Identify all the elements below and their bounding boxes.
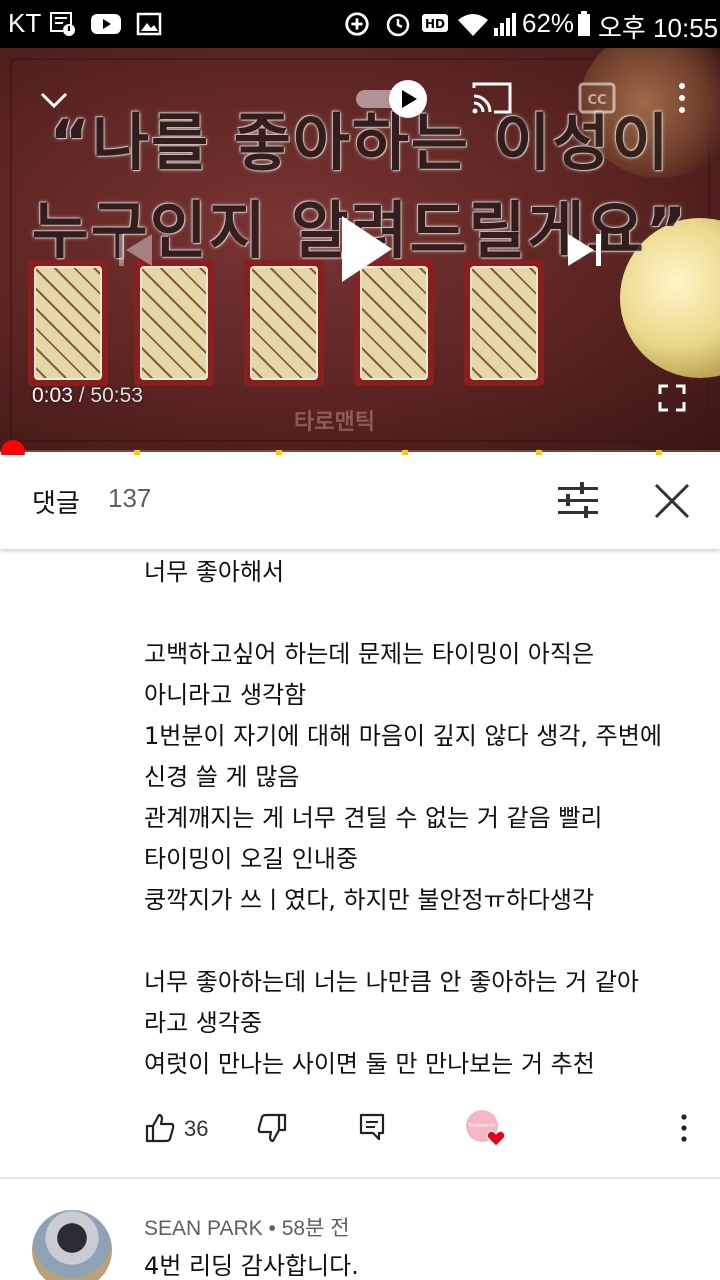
- comment-line: 타이밍이 오길 인내중: [144, 845, 358, 873]
- play-icon[interactable]: [336, 214, 396, 284]
- close-icon[interactable]: [648, 477, 696, 525]
- carrier-label: KT: [8, 8, 42, 38]
- tarot-card: [134, 260, 214, 386]
- dislike-icon[interactable]: [256, 1112, 288, 1144]
- comments-count: 137: [108, 483, 152, 513]
- tarot-card: [464, 260, 544, 386]
- comment-item: SEAN PARK • 58분 전 4번 리딩 감사합니다.: [0, 1180, 720, 1280]
- status-bar: KT HD 62% 오후 10:55: [0, 0, 720, 48]
- gallery-icon: [136, 12, 162, 36]
- previous-icon[interactable]: [116, 230, 156, 270]
- comment-divider: [0, 1177, 720, 1179]
- comments-label: 댓글: [32, 489, 80, 519]
- video-player[interactable]: “나를 좋아하는 이성이 누구인지 알려드릴게요” 타로맨틱 CC 0:03 /…: [0, 48, 720, 452]
- like-icon[interactable]: [144, 1112, 176, 1144]
- alarm-icon: [386, 13, 410, 37]
- time-separator: /: [72, 384, 91, 407]
- data-saver-icon: [345, 12, 369, 36]
- comment-line: 관계깨지는 게 너무 견딜 수 없는 거 같음 빨리: [144, 804, 603, 832]
- creator-heart: Taromantic: [466, 1110, 506, 1148]
- comment-line: 고백하고싶어 하는데 문제는 타이밍이 아직은: [144, 640, 595, 668]
- tarot-cards: [28, 260, 588, 390]
- reply-icon[interactable]: [358, 1112, 386, 1142]
- signal-icon: [494, 13, 516, 36]
- comment-actions: 36: [0, 1104, 720, 1156]
- tarot-card: [28, 260, 108, 386]
- comment-line: [144, 921, 684, 962]
- comment-line: 신경 쓸 게 많음: [144, 763, 300, 791]
- battery-icon: [578, 11, 590, 36]
- tarot-card: [244, 260, 324, 386]
- chevron-down-icon[interactable]: [36, 84, 72, 114]
- svg-text:CC: CC: [587, 93, 606, 108]
- comment-line: 쿵깍지가 쓰ㅣ였다, 하지만 불안정ㅠ하다생각: [144, 886, 595, 914]
- avatar[interactable]: [32, 1210, 112, 1280]
- youtube-icon: [91, 14, 121, 34]
- sort-icon[interactable]: [554, 477, 602, 525]
- heart-icon: [486, 1130, 506, 1147]
- comment-line: 너무 좋아하는데 너는 나만큼 안 좋아하는 거 같아: [144, 968, 640, 996]
- wifi-icon: [458, 14, 488, 36]
- cast-icon[interactable]: [470, 80, 514, 116]
- comment-line: 1번분이 자기에 대해 마음이 깊지 않다 생각, 주변에: [144, 722, 662, 750]
- author-name[interactable]: SEAN PARK: [144, 1217, 263, 1240]
- comment-text: 너무 좋아해서 고백하고싶어 하는데 문제는 타이밍이 아직은 아니라고 생각함…: [144, 552, 684, 1085]
- meta-separator: •: [262, 1217, 282, 1240]
- comment-line: 라고 생각중: [144, 1009, 263, 1037]
- channel-watermark: 타로맨틱: [294, 410, 375, 435]
- comment-line: 여럿이 만나는 사이면 둘 만 만나보는 거 추천: [144, 1050, 595, 1078]
- hd-voice-icon: HD: [422, 14, 448, 32]
- time-display: 0:03 / 50:53: [32, 384, 143, 408]
- comment-age: 58분 전: [281, 1217, 350, 1240]
- message-icon: [50, 12, 75, 36]
- comment-text: 4번 리딩 감사합니다.: [144, 1252, 359, 1280]
- duration: 50:53: [90, 384, 143, 407]
- comment-line: 아니라고 생각함: [144, 681, 307, 709]
- svg-text:HD: HD: [425, 17, 445, 31]
- comment-more-icon[interactable]: [674, 1112, 694, 1144]
- more-vert-icon[interactable]: [670, 80, 694, 116]
- fullscreen-icon[interactable]: [658, 384, 686, 412]
- captions-icon[interactable]: CC: [578, 82, 616, 114]
- autoplay-toggle-icon[interactable]: [354, 78, 430, 120]
- comments-header: 댓글 137: [0, 455, 720, 549]
- comment-meta: SEAN PARK • 58분 전: [144, 1212, 350, 1242]
- comment-line: [144, 593, 684, 634]
- comment-line: 너무 좋아해서: [144, 558, 285, 586]
- clock: 오후 10:55: [598, 13, 719, 43]
- next-icon[interactable]: [564, 230, 604, 270]
- battery-percent: 62%: [522, 8, 575, 38]
- like-count: 36: [184, 1116, 209, 1141]
- current-time: 0:03: [32, 384, 73, 407]
